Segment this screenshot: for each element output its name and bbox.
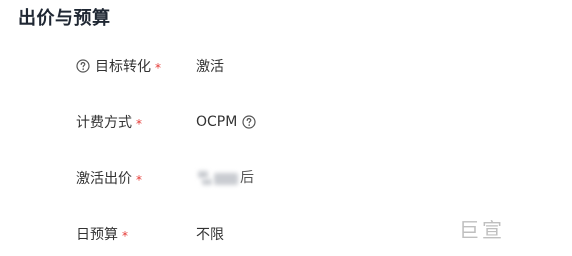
field-label-daily-budget: 日预算 * [76, 223, 128, 245]
field-value-billing-method: OCPM [196, 111, 256, 133]
field-label-text: 计费方式 [76, 115, 132, 131]
required-mark: * [122, 229, 128, 243]
field-value-activation-bid: 后 [196, 167, 256, 189]
question-circle-icon[interactable] [242, 115, 256, 129]
row-billing-method: 计费方式 * OCPM [0, 111, 572, 133]
field-label-billing-method: 计费方式 * [76, 111, 142, 133]
bid-and-budget-panel: 出价与预算 目标转化 * 激活 计费方式 * OCPM 激活出价 * 后 日预算… [0, 0, 572, 256]
required-mark: * [136, 173, 142, 187]
redacted-value: 后 [196, 169, 256, 187]
redacted-value-tail: 后 [240, 170, 254, 186]
field-value-target-conversion: 激活 [196, 55, 224, 77]
field-value-text: 不限 [196, 227, 224, 243]
field-label-activation-bid: 激活出价 * [76, 167, 142, 189]
required-mark: * [136, 117, 142, 131]
row-target-conversion: 目标转化 * 激活 [0, 55, 572, 77]
watermark: 巨宣 [459, 218, 505, 242]
field-label-text: 日预算 [76, 227, 118, 243]
field-value-daily-budget: 不限 [196, 223, 224, 245]
field-value-text: 激活 [196, 59, 224, 75]
field-label-target-conversion: 目标转化 * [76, 55, 161, 77]
field-label-text: 激活出价 [76, 171, 132, 187]
question-circle-icon[interactable] [76, 59, 90, 73]
field-label-text: 目标转化 [95, 59, 151, 75]
section-title: 出价与预算 [18, 8, 111, 29]
field-value-text: OCPM [196, 114, 238, 130]
row-activation-bid: 激活出价 * 后 [0, 167, 572, 189]
required-mark: * [155, 61, 161, 75]
